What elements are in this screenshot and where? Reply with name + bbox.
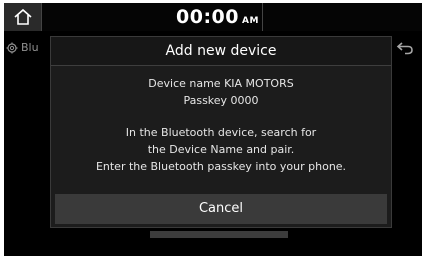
home-icon: [13, 8, 32, 25]
cancel-button[interactable]: Cancel: [55, 194, 387, 224]
status-divider: [41, 3, 42, 31]
dialog-body: Device name KIA MOTORS Passkey 0000 In t…: [51, 75, 391, 175]
dialog-title: Add new device: [51, 37, 391, 66]
clock: 00:00 AM: [176, 5, 259, 29]
instruction-line: In the Bluetooth device, search for: [125, 126, 317, 139]
instruction-text: In the Bluetooth device, search for the …: [51, 124, 391, 175]
bottom-handle: [150, 231, 288, 238]
instruction-line: the Device Name and pair.: [147, 143, 295, 156]
device-name-text: Device name KIA MOTORS: [148, 77, 294, 90]
clock-time: 00:00: [176, 6, 239, 28]
status-bar: 00:00 AM: [4, 3, 422, 31]
passkey-text: Passkey 0000: [183, 94, 259, 107]
instruction-line: Enter the Bluetooth passkey into your ph…: [95, 160, 347, 173]
home-button[interactable]: [4, 3, 41, 31]
add-device-dialog: Add new device Device name KIA MOTORS Pa…: [50, 36, 392, 228]
head-unit-screen: 00:00 AM Blu Add new device Device name K…: [4, 3, 422, 256]
clock-ampm: AM: [241, 16, 259, 26]
status-divider-right: [262, 3, 263, 31]
